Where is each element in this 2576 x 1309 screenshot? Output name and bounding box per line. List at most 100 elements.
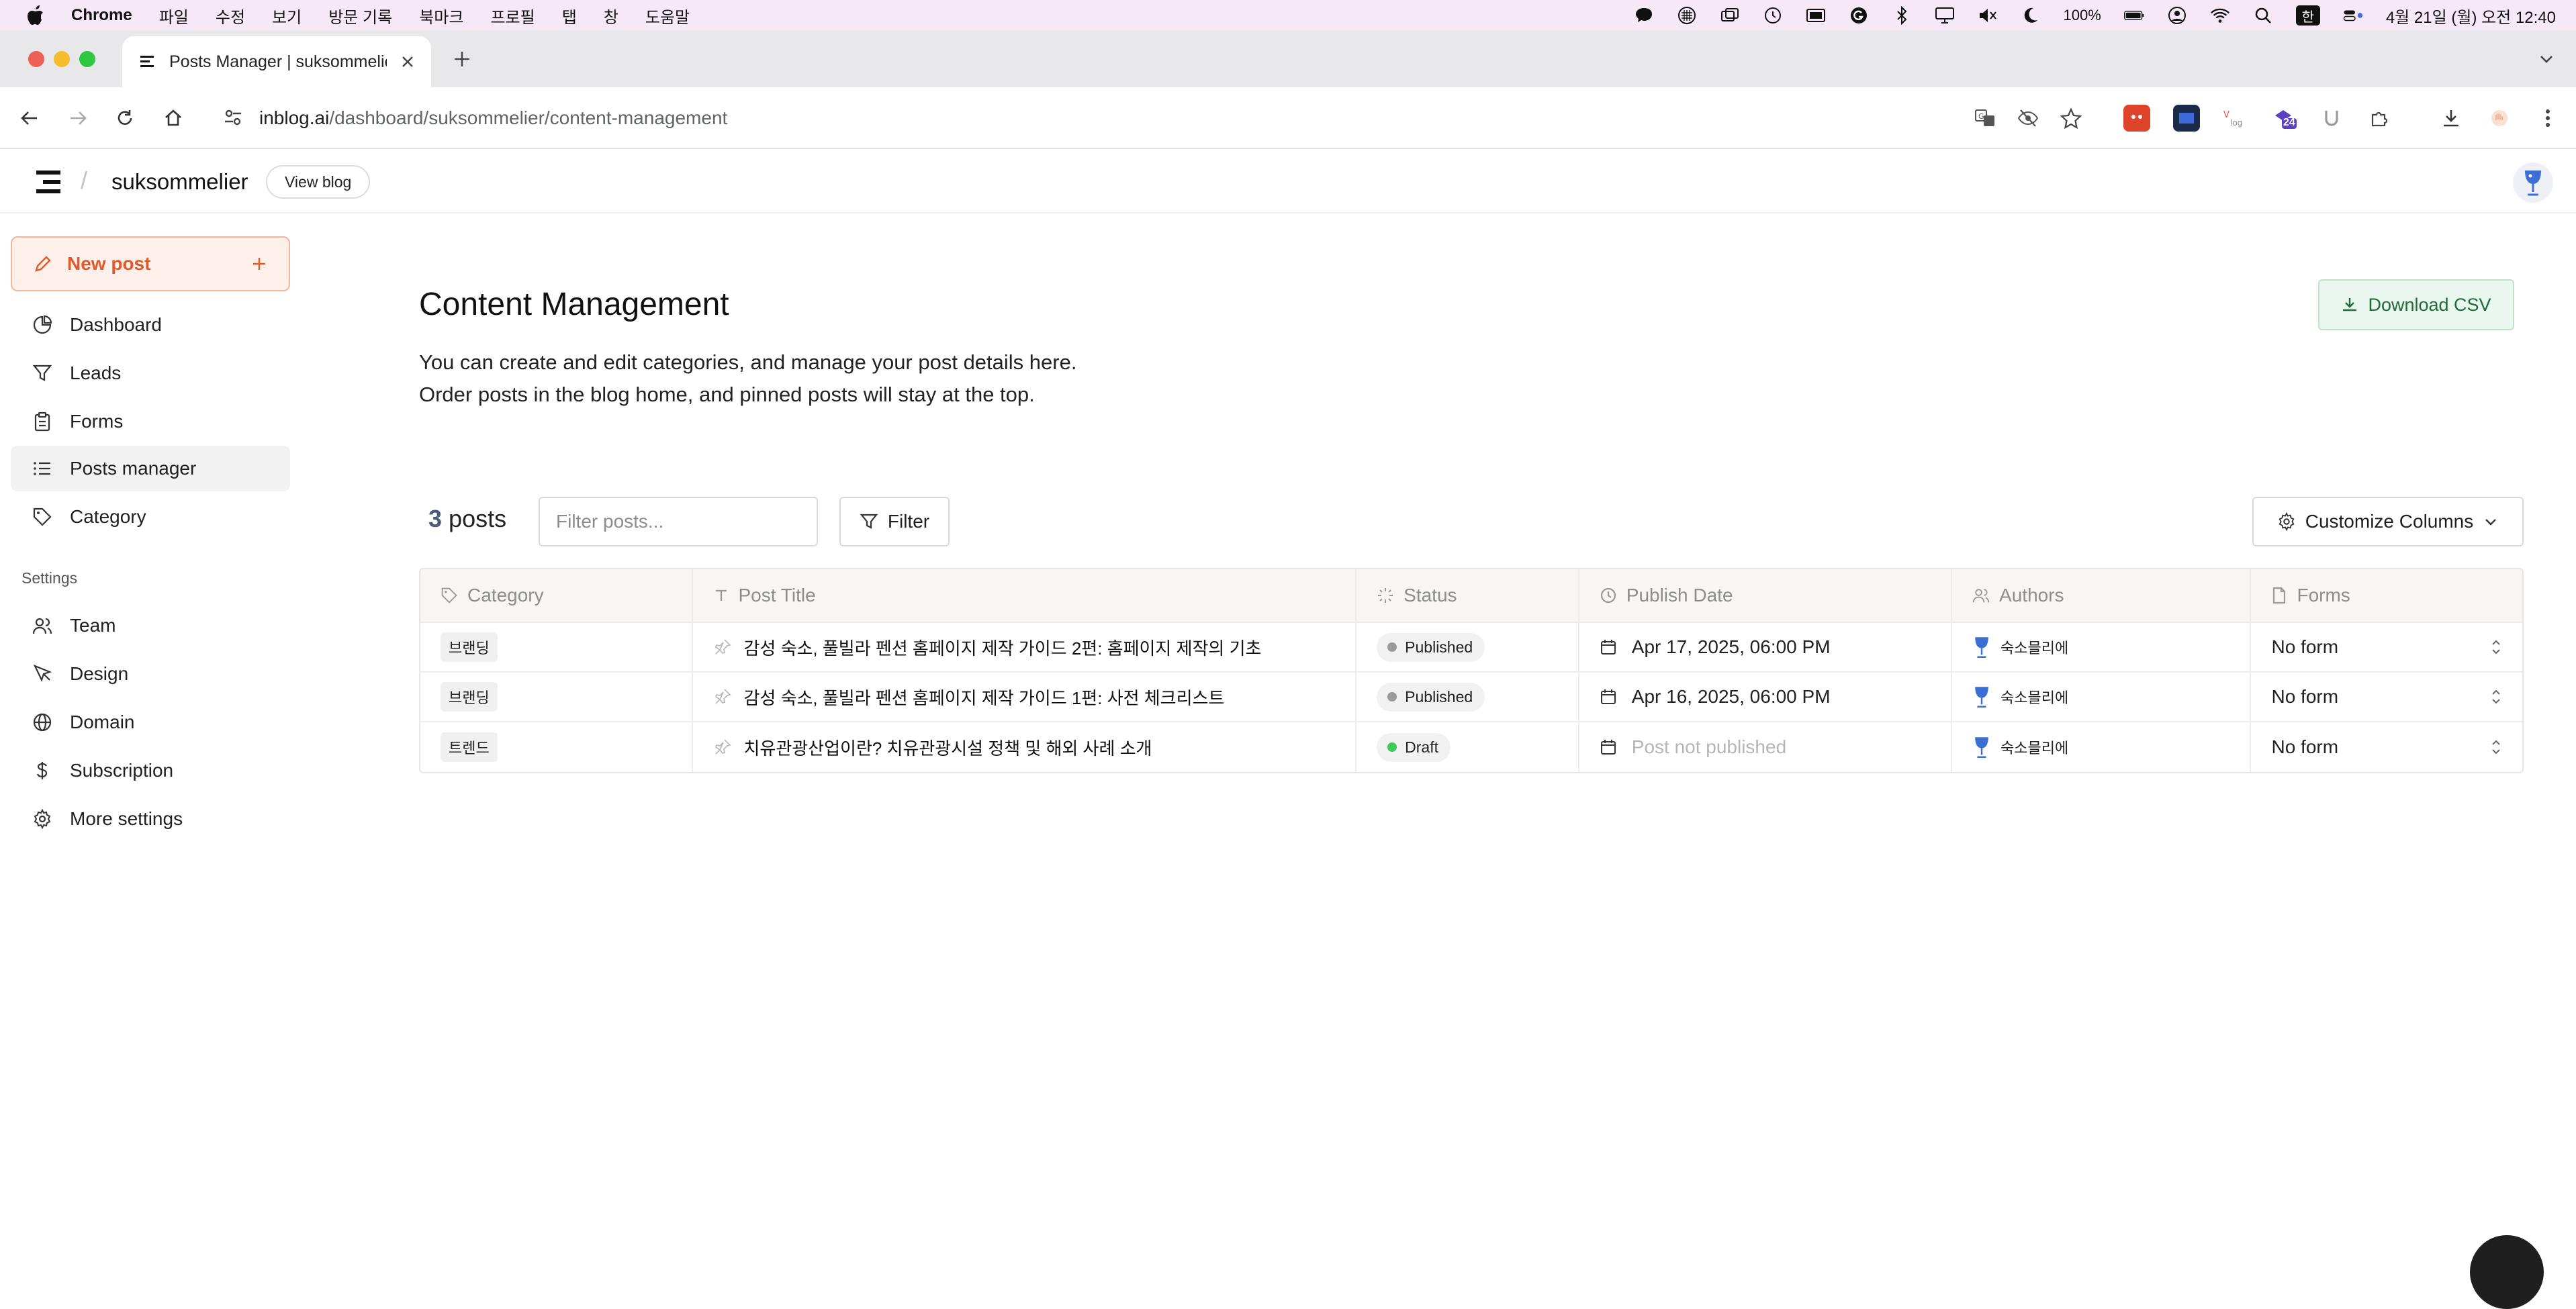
- airplay-display-icon[interactable]: [1935, 5, 1955, 26]
- back-arrow-icon[interactable]: [16, 105, 43, 132]
- browser-tab-active[interactable]: Posts Manager | suksommelier: [122, 36, 431, 87]
- display-icon[interactable]: [1806, 5, 1826, 26]
- bluetooth-icon[interactable]: [1892, 5, 1912, 26]
- form-select-value[interactable]: No form: [2271, 636, 2490, 658]
- cell-publish-date[interactable]: Apr 17, 2025, 06:00 PM: [1579, 623, 1953, 671]
- menu-edit[interactable]: 수정: [216, 4, 245, 28]
- status-badge[interactable]: Published: [1377, 682, 1485, 712]
- window-zoom-button[interactable]: [79, 51, 95, 67]
- reload-icon[interactable]: [111, 105, 138, 132]
- cell-author[interactable]: 숙소믈리에: [1952, 673, 2252, 721]
- column-header-publish-date[interactable]: Publish Date: [1579, 569, 1953, 622]
- menu-window[interactable]: 창: [604, 4, 618, 28]
- battery-icon[interactable]: [2123, 5, 2144, 26]
- menu-bookmarks[interactable]: 북마크: [419, 4, 463, 28]
- sidebar-item-design[interactable]: Design: [11, 651, 290, 697]
- post-title-text[interactable]: 감성 숙소, 풀빌라 펜션 홈페이지 제작 가이드 2편: 홈페이지 제작의 기…: [744, 635, 1262, 660]
- cell-form[interactable]: No form: [2251, 722, 2522, 772]
- sidebar-item-forms[interactable]: Forms: [11, 399, 290, 444]
- sidebar-item-subscription[interactable]: Subscription: [11, 748, 290, 793]
- menu-help[interactable]: 도움말: [645, 4, 690, 28]
- cell-category[interactable]: 브랜딩: [420, 673, 693, 721]
- moon-icon[interactable]: [2021, 5, 2041, 26]
- pin-icon[interactable]: [713, 687, 732, 706]
- new-tab-plus-icon[interactable]: [450, 47, 474, 71]
- table-row[interactable]: 브랜딩 감성 숙소, 풀빌라 펜션 홈페이지 제작 가이드 1편: 사전 체크리…: [420, 673, 2522, 722]
- extension-red-icon[interactable]: [2123, 105, 2150, 132]
- sidebar-item-domain[interactable]: Domain: [11, 699, 290, 745]
- cell-post-title[interactable]: 감성 숙소, 풀빌라 펜션 홈페이지 제작 가이드 1편: 사전 체크리스트: [693, 673, 1357, 721]
- extension-screen-icon[interactable]: [2173, 105, 2200, 132]
- site-settings-icon[interactable]: [223, 107, 243, 128]
- calendar-icon[interactable]: [1600, 638, 1617, 656]
- chevron-up-down-icon[interactable]: [2490, 738, 2502, 756]
- table-row[interactable]: 브랜딩 감성 숙소, 풀빌라 펜션 홈페이지 제작 가이드 2편: 홈페이지 제…: [420, 623, 2522, 673]
- calendar-icon[interactable]: [1600, 688, 1617, 706]
- filter-posts-input[interactable]: [539, 497, 818, 546]
- sidebar-item-leads[interactable]: Leads: [11, 350, 290, 396]
- chat-bubble-icon[interactable]: [1634, 5, 1654, 26]
- cell-post-title[interactable]: 감성 숙소, 풀빌라 펜션 홈페이지 제작 가이드 2편: 홈페이지 제작의 기…: [693, 623, 1357, 671]
- menu-file[interactable]: 파일: [159, 4, 189, 28]
- extension-badge-icon[interactable]: 24: [2271, 105, 2298, 132]
- window-close-button[interactable]: [28, 51, 44, 67]
- chrome-menu-kebab-icon[interactable]: [2534, 105, 2561, 132]
- cell-category[interactable]: 트렌드: [420, 722, 693, 772]
- user-circle-icon[interactable]: [2167, 5, 2187, 26]
- menu-app-name[interactable]: Chrome: [71, 6, 132, 25]
- post-title-text[interactable]: 치유관광산업이란? 치유관광시설 정책 및 해외 사례 소개: [744, 735, 1152, 760]
- cell-author[interactable]: 숙소믈리에: [1952, 722, 2252, 772]
- calendar-icon[interactable]: [1600, 738, 1617, 756]
- chevron-up-down-icon[interactable]: [2490, 688, 2502, 706]
- download-csv-button[interactable]: Download CSV: [2318, 279, 2514, 330]
- menu-tab[interactable]: 탭: [562, 4, 577, 28]
- cell-category[interactable]: 브랜딩: [420, 623, 693, 671]
- cell-form[interactable]: No form: [2251, 673, 2522, 721]
- time-machine-icon[interactable]: [1763, 5, 1783, 26]
- menu-profiles[interactable]: 프로필: [490, 4, 535, 28]
- chat-widget-button[interactable]: [2470, 1235, 2544, 1309]
- sidebar-item-posts-manager[interactable]: Posts manager: [11, 446, 290, 491]
- status-badge[interactable]: Draft: [1377, 732, 1451, 762]
- forward-arrow-icon[interactable]: [64, 105, 91, 132]
- download-icon[interactable]: [2438, 105, 2465, 132]
- column-header-post-title[interactable]: Post Title: [693, 569, 1357, 622]
- cell-form[interactable]: No form: [2251, 623, 2522, 671]
- pin-icon[interactable]: [713, 738, 732, 757]
- cell-publish-date[interactable]: Apr 16, 2025, 06:00 PM: [1579, 673, 1953, 721]
- input-method-indicator[interactable]: 한: [2295, 5, 2320, 26]
- cell-publish-date[interactable]: Post not published: [1579, 722, 1953, 772]
- status-badge[interactable]: Published: [1377, 632, 1485, 662]
- address-bar[interactable]: inblog.ai/dashboard/suksommelier/content…: [201, 97, 2095, 140]
- home-icon[interactable]: [160, 105, 187, 132]
- cell-status[interactable]: Published: [1356, 673, 1579, 721]
- view-blog-button[interactable]: View blog: [266, 165, 371, 199]
- profile-hand-icon[interactable]: [2486, 105, 2513, 132]
- bookmark-star-icon[interactable]: [2058, 105, 2084, 132]
- table-row[interactable]: 트렌드 치유관광산업이란? 치유관광시설 정책 및 해외 사례 소개 Draft…: [420, 722, 2522, 772]
- category-tag[interactable]: 브랜딩: [441, 682, 498, 712]
- user-avatar[interactable]: [2513, 162, 2553, 203]
- control-center-icon[interactable]: [2343, 5, 2363, 26]
- blog-name[interactable]: suksommelier: [111, 169, 248, 195]
- extensions-puzzle-icon[interactable]: [2366, 105, 2393, 132]
- column-header-forms[interactable]: Forms: [2251, 569, 2522, 622]
- sidebar-item-category[interactable]: Category: [11, 494, 290, 540]
- column-header-category[interactable]: Category: [420, 569, 693, 622]
- column-header-status[interactable]: Status: [1356, 569, 1579, 622]
- eye-off-icon[interactable]: [2015, 105, 2041, 132]
- apple-icon[interactable]: [27, 5, 44, 26]
- new-post-button[interactable]: New post: [11, 236, 290, 291]
- translate-icon[interactable]: G: [1972, 105, 1998, 132]
- category-tag[interactable]: 브랜딩: [441, 632, 498, 662]
- cell-post-title[interactable]: 치유관광산업이란? 치유관광시설 정책 및 해외 사례 소개: [693, 722, 1357, 772]
- cell-status[interactable]: Published: [1356, 623, 1579, 671]
- sidebar-item-team[interactable]: Team: [11, 603, 290, 648]
- form-select-value[interactable]: No form: [2271, 736, 2490, 758]
- spotlight-search-icon[interactable]: [2253, 5, 2273, 26]
- menu-clock[interactable]: 4월 21일 (월) 오전 12:40: [2386, 4, 2556, 28]
- sidebar-item-more-settings[interactable]: More settings: [11, 796, 290, 842]
- menu-view[interactable]: 보기: [272, 4, 302, 28]
- chevron-up-down-icon[interactable]: [2490, 638, 2502, 656]
- inblog-logo-icon[interactable]: [34, 169, 63, 195]
